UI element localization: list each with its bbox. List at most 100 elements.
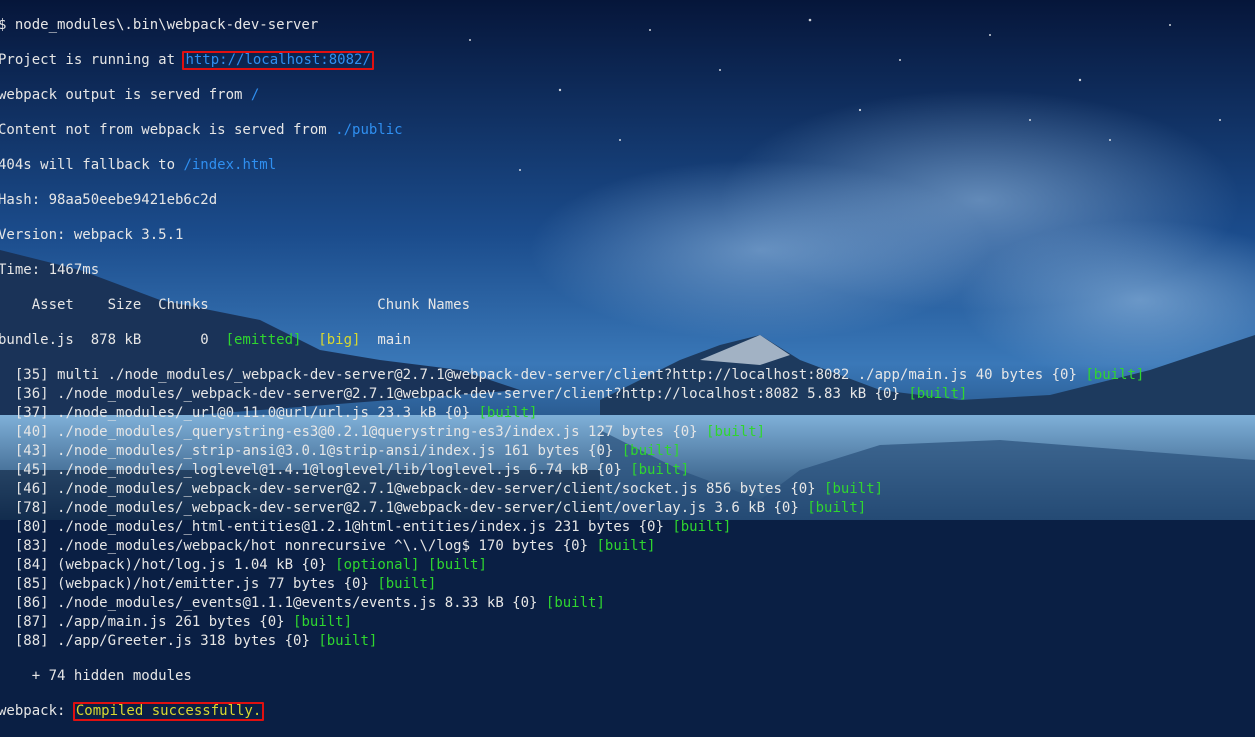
module-row: [46] ./node_modules/_webpack-dev-server@… xyxy=(0,480,1255,499)
module-id: [80] xyxy=(0,519,58,535)
module-path: ./node_modules/webpack/hot nonrecursive … xyxy=(57,538,471,554)
module-row: [88] ./app/Greeter.js 318 bytes {0} [bui… xyxy=(0,632,1255,651)
module-path: ./node_modules/_loglevel@1.4.1@loglevel/… xyxy=(57,462,521,478)
module-tag: [built] xyxy=(1085,367,1145,383)
module-size: 231 bytes {0} xyxy=(545,519,673,535)
module-size: 77 bytes {0} xyxy=(259,576,378,592)
module-path: ./app/main.js xyxy=(57,614,167,630)
module-path: (webpack)/hot/emitter.js xyxy=(57,576,260,592)
module-tag: [built] xyxy=(318,633,378,649)
module-tag: [built] xyxy=(377,576,437,592)
output-line: webpack output is served from / xyxy=(0,86,1255,105)
module-row: [36] ./node_modules/_webpack-dev-server@… xyxy=(0,385,1255,404)
module-row: [85] (webpack)/hot/emitter.js 77 bytes {… xyxy=(0,575,1255,594)
module-path: ./node_modules/_querystring-es3@0.2.1@qu… xyxy=(57,424,580,440)
module-id: [84] xyxy=(0,557,58,573)
fallback-path: /index.html xyxy=(183,157,277,173)
module-size: 6.74 kB {0} xyxy=(520,462,631,478)
module-size: 3.6 kB {0} xyxy=(706,500,808,516)
status-highlight-box: Compiled successfully. xyxy=(72,702,265,721)
fallback-prefix: 404s will fallback to xyxy=(0,157,184,173)
module-row: [37] ./node_modules/_url@0.11.0@url/url.… xyxy=(0,404,1255,423)
module-path: ./node_modules/_html-entities@1.2.1@html… xyxy=(57,519,546,535)
module-id: [43] xyxy=(0,443,58,459)
module-id: [45] xyxy=(0,462,58,478)
module-tag: [built] xyxy=(630,462,690,478)
module-size: 161 bytes {0} xyxy=(495,443,622,459)
module-row: [43] ./node_modules/_strip-ansi@3.0.1@st… xyxy=(0,442,1255,461)
version-text: Version: webpack 3.5.1 xyxy=(0,227,184,243)
module-id: [37] xyxy=(0,405,58,421)
command-text: $ node_modules\.bin\webpack-dev-server xyxy=(0,17,319,33)
compile-status: Compiled successfully. xyxy=(75,703,262,719)
module-tag: [built] xyxy=(596,538,656,554)
module-path: ./node_modules/_webpack-dev-server@2.7.1… xyxy=(57,500,707,516)
content-prefix: Content not from webpack is served from xyxy=(0,122,336,138)
module-path: multi ./node_modules/_webpack-dev-server… xyxy=(57,367,968,383)
module-size: 170 bytes {0} xyxy=(470,538,597,554)
running-line: Project is running at http://localhost:8… xyxy=(0,51,1255,70)
module-id: [46] xyxy=(0,481,58,497)
hash-line: Hash: 98aa50eebe9421eb6c2d xyxy=(0,191,1255,210)
module-tag: [built] xyxy=(706,424,766,440)
module-tag: [built] xyxy=(545,595,605,611)
module-tag: [built] xyxy=(293,614,353,630)
module-size: 127 bytes {0} xyxy=(579,424,707,440)
hash-text: Hash: 98aa50eebe9421eb6c2d xyxy=(0,192,218,208)
time-text: Time: 1467ms xyxy=(0,262,100,278)
asset-header-line: Asset Size Chunks Chunk Names xyxy=(0,296,1255,315)
module-size: 40 bytes {0} xyxy=(967,367,1086,383)
asset-header: Asset Size Chunks Chunk Names xyxy=(0,297,471,313)
bundle-emitted: [emitted] xyxy=(225,332,302,348)
module-size: 23.3 kB {0} xyxy=(368,405,479,421)
module-path: ./node_modules/_webpack-dev-server@2.7.1… xyxy=(57,386,799,402)
version-line: Version: webpack 3.5.1 xyxy=(0,226,1255,245)
module-id: [78] xyxy=(0,500,58,516)
module-id: [83] xyxy=(0,538,58,554)
content-line: Content not from webpack is served from … xyxy=(0,121,1255,140)
url-highlight-box: http://localhost:8082/ xyxy=(182,51,374,70)
output-prefix: webpack output is served from xyxy=(0,87,251,103)
module-path: ./node_modules/_url@0.11.0@url/url.js xyxy=(57,405,369,421)
localhost-url-link[interactable]: http://localhost:8082/ xyxy=(185,52,370,68)
module-tag: [optional] [built] xyxy=(335,557,487,573)
module-row: [84] (webpack)/hot/log.js 1.04 kB {0} [o… xyxy=(0,556,1255,575)
module-tag: [built] xyxy=(672,519,732,535)
module-row: [35] multi ./node_modules/_webpack-dev-s… xyxy=(0,366,1255,385)
webpack-prefix: webpack: xyxy=(0,703,74,719)
module-size: 261 bytes {0} xyxy=(166,614,294,630)
module-tag: [built] xyxy=(807,500,867,516)
output-path: / xyxy=(250,87,260,103)
webpack-status-line: webpack: Compiled successfully. xyxy=(0,702,1255,721)
command-line: $ node_modules\.bin\webpack-dev-server xyxy=(0,16,1255,35)
fallback-line: 404s will fallback to /index.html xyxy=(0,156,1255,175)
module-row: [40] ./node_modules/_querystring-es3@0.2… xyxy=(0,423,1255,442)
bundle-big: [big] xyxy=(318,332,361,348)
terminal-output: $ node_modules\.bin\webpack-dev-server P… xyxy=(0,0,1255,721)
module-tag: [built] xyxy=(478,405,538,421)
module-row: [78] ./node_modules/_webpack-dev-server@… xyxy=(0,499,1255,518)
module-size: 8.33 kB {0} xyxy=(436,595,546,611)
module-row: [86] ./node_modules/_events@1.1.1@events… xyxy=(0,594,1255,613)
time-line: Time: 1467ms xyxy=(0,261,1255,280)
module-size: 5.83 kB {0} xyxy=(798,386,909,402)
module-size: 1.04 kB {0} xyxy=(225,557,336,573)
module-id: [36] xyxy=(0,386,58,402)
module-id: [40] xyxy=(0,424,58,440)
hidden-modules-line: + 74 hidden modules xyxy=(0,667,1255,686)
module-id: [88] xyxy=(0,633,58,649)
module-list: [35] multi ./node_modules/_webpack-dev-s… xyxy=(0,366,1255,651)
module-row: [45] ./node_modules/_loglevel@1.4.1@logl… xyxy=(0,461,1255,480)
bundle-chunk: main xyxy=(377,332,412,348)
module-row: [83] ./node_modules/webpack/hot nonrecur… xyxy=(0,537,1255,556)
module-path: ./node_modules/_events@1.1.1@events/even… xyxy=(57,595,437,611)
module-path: (webpack)/hot/log.js xyxy=(57,557,226,573)
hidden-modules-text: + 74 hidden modules xyxy=(0,668,192,684)
bundle-line: bundle.js 878 kB 0 [emitted] [big] main xyxy=(0,331,1255,350)
module-path: ./app/Greeter.js xyxy=(57,633,192,649)
module-path: ./node_modules/_webpack-dev-server@2.7.1… xyxy=(57,481,698,497)
module-id: [86] xyxy=(0,595,58,611)
module-id: [85] xyxy=(0,576,58,592)
module-tag: [built] xyxy=(621,443,681,459)
bundle-name: bundle.js 878 kB 0 xyxy=(0,332,226,348)
